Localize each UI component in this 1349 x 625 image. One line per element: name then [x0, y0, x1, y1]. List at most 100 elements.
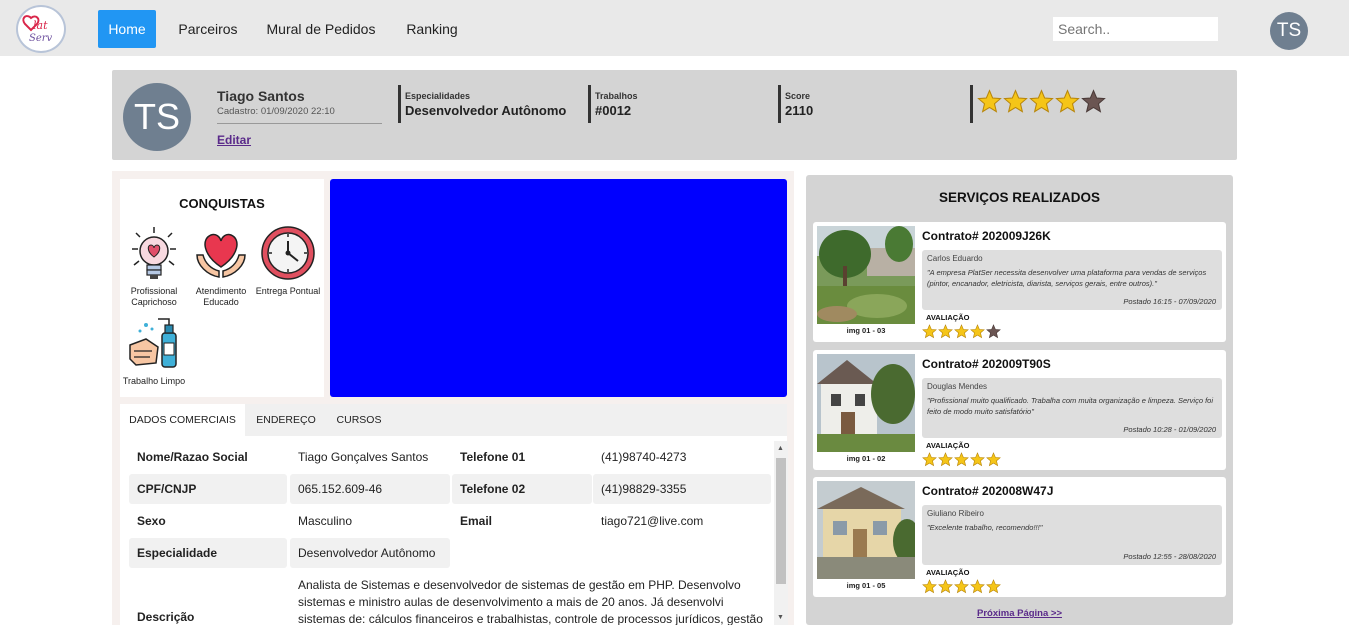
stat-label: Trabalhos — [595, 91, 638, 101]
label-descricao: Descrição — [137, 610, 195, 624]
review-date: Postado 16:15 - 07/09/2020 — [1123, 297, 1216, 306]
profile-cadastro: Cadastro: 01/09/2020 22:10 — [217, 106, 335, 117]
label-especialidade: Especialidade — [129, 538, 287, 568]
review-text: "A empresa PlatSer necessita desenvolver… — [927, 268, 1207, 288]
review-author: Douglas Mendes — [927, 382, 988, 391]
label-cpf: CPF/CNJP — [129, 474, 287, 504]
nav-parceiros[interactable]: Parceiros — [170, 10, 246, 48]
user-avatar[interactable]: TS — [1270, 12, 1308, 50]
stat-value: Desenvolvedor Autônomo — [405, 103, 567, 118]
photo-caption: img 01 - 02 — [846, 454, 886, 463]
star-filled-icon — [922, 579, 937, 594]
svg-text:lat: lat — [33, 19, 48, 32]
badge-profissional-caprichoso: Profissional Caprichoso — [120, 225, 188, 308]
hands-heart-icon — [196, 233, 246, 278]
review-author: Giuliano Ribeiro — [927, 509, 984, 518]
star-empty-icon — [986, 324, 1001, 339]
star-filled-icon — [922, 324, 937, 339]
contract-title[interactable]: Contrato# 202009T90S — [922, 357, 1051, 371]
profile-name: Tiago Santos — [217, 88, 305, 104]
star-filled-icon — [1029, 89, 1054, 113]
review-date: Postado 12:55 - 28/08/2020 — [1123, 552, 1216, 561]
next-page-link[interactable]: Próxima Página >> — [806, 608, 1233, 619]
star-filled-icon — [938, 324, 953, 339]
stat-label: Score — [785, 91, 811, 101]
label-sexo: Sexo — [137, 514, 166, 528]
badge-trabalho-limpo: Trabalho Limpo — [120, 315, 188, 387]
tab-dados-comerciais[interactable]: DADOS COMERCIAIS — [120, 404, 245, 436]
edit-link[interactable]: Editar — [217, 133, 251, 147]
review-text: "Profissional muito qualificado. Trabalh… — [927, 396, 1213, 416]
badge-atendimento-educado: Atendimento Educado — [187, 225, 255, 308]
stat-especialidades: Especialidades Desenvolvedor Autônomo — [398, 85, 566, 123]
scroll-up-arrow-icon[interactable]: ▲ — [777, 445, 784, 452]
star-filled-icon — [954, 579, 969, 594]
review-author: Carlos Eduardo — [927, 254, 983, 263]
service-photo[interactable] — [817, 481, 915, 579]
nav-mural-de-pedidos[interactable]: Mural de Pedidos — [262, 10, 380, 48]
stat-value: 2110 — [785, 103, 814, 118]
photo-caption: img 01 - 03 — [846, 326, 886, 335]
top-navbar: lat Serv Home Parceiros Mural de Pedidos… — [0, 0, 1349, 56]
review-date: Postado 10:28 - 01/09/2020 — [1123, 425, 1216, 434]
star-filled-icon — [938, 452, 953, 467]
star-filled-icon — [970, 452, 985, 467]
service-photo[interactable] — [817, 226, 915, 324]
value-email: tiago721@live.com — [601, 514, 704, 528]
service-rating — [922, 579, 1002, 594]
scroll-down-arrow-icon[interactable]: ▼ — [777, 614, 784, 621]
stat-label: Especialidades — [405, 91, 471, 101]
search-input[interactable] — [1053, 17, 1218, 41]
tab-endereco[interactable]: ENDEREÇO — [248, 404, 324, 436]
svg-text:Serv: Serv — [29, 33, 53, 44]
platserv-logo[interactable]: lat Serv — [16, 5, 66, 53]
service-rating — [922, 452, 1002, 467]
service-photo[interactable] — [817, 354, 915, 452]
stat-trabalhos: Trabalhos #0012 — [588, 85, 638, 123]
clock-icon — [261, 226, 315, 280]
hand-sanitizer-icon — [129, 318, 177, 368]
contract-title[interactable]: Contrato# 202008W47J — [922, 484, 1053, 498]
badge-label: Entrega Pontual — [255, 286, 321, 296]
scrollbar-thumb[interactable] — [776, 458, 786, 584]
star-filled-icon — [977, 89, 1002, 113]
label-email: Email — [460, 514, 493, 528]
star-filled-icon — [954, 452, 969, 467]
service-rating — [922, 324, 1002, 339]
avaliacao-label: AVALIAÇÃO — [926, 441, 970, 450]
profile-avatar: TS — [123, 83, 191, 151]
star-filled-icon — [970, 579, 985, 594]
avaliacao-label: AVALIAÇÃO — [926, 568, 970, 577]
stat-value: #0012 — [595, 103, 632, 118]
badge-entrega-pontual: Entrega Pontual — [254, 225, 322, 297]
stat-score: Score 2110 — [778, 85, 813, 123]
details-tabs: DADOS COMERCIAIS ENDEREÇO CURSOS — [120, 404, 787, 436]
star-filled-icon — [986, 579, 1001, 594]
value-especialidade: Desenvolvedor Autônomo — [290, 538, 450, 568]
review-text: "Excelente trabalho, recomendo!!!" — [927, 523, 1043, 532]
contract-title[interactable]: Contrato# 202009J26K — [922, 229, 1051, 243]
star-filled-icon — [970, 324, 985, 339]
badge-label: Atendimento Educado — [195, 286, 247, 307]
service-card[interactable]: img 01 - 03 Contrato# 202009J26K Carlos … — [813, 222, 1226, 342]
value-descricao: Analista de Sistemas e desenvolvedor de … — [298, 578, 763, 625]
photo-caption: img 01 - 05 — [846, 581, 886, 590]
profile-header: TS Tiago Santos Cadastro: 01/09/2020 22:… — [112, 70, 1237, 160]
nav-ranking[interactable]: Ranking — [398, 10, 466, 48]
label-telefone-01: Telefone 01 — [460, 450, 526, 464]
tab-cursos[interactable]: CURSOS — [328, 404, 390, 436]
badge-label: Trabalho Limpo — [122, 376, 186, 386]
review-box: Carlos Eduardo "A empresa PlatSer necess… — [922, 250, 1222, 310]
nav-home[interactable]: Home — [98, 10, 156, 48]
star-filled-icon — [986, 452, 1001, 467]
profile-rating — [970, 85, 1107, 123]
conquistas-title: CONQUISTAS — [179, 196, 265, 211]
conquistas-panel: CONQUISTAS Profissional Caprichoso Atend… — [120, 179, 324, 397]
star-filled-icon — [938, 579, 953, 594]
value-telefone-02: (41)98829-3355 — [593, 474, 771, 504]
star-filled-icon — [1055, 89, 1080, 113]
service-card[interactable]: img 01 - 05 Contrato# 202008W47J Giulian… — [813, 477, 1226, 597]
star-filled-icon — [954, 324, 969, 339]
servicos-title: SERVIÇOS REALIZADOS — [938, 190, 1101, 205]
service-card[interactable]: img 01 - 02 Contrato# 202009T90S Douglas… — [813, 350, 1226, 470]
